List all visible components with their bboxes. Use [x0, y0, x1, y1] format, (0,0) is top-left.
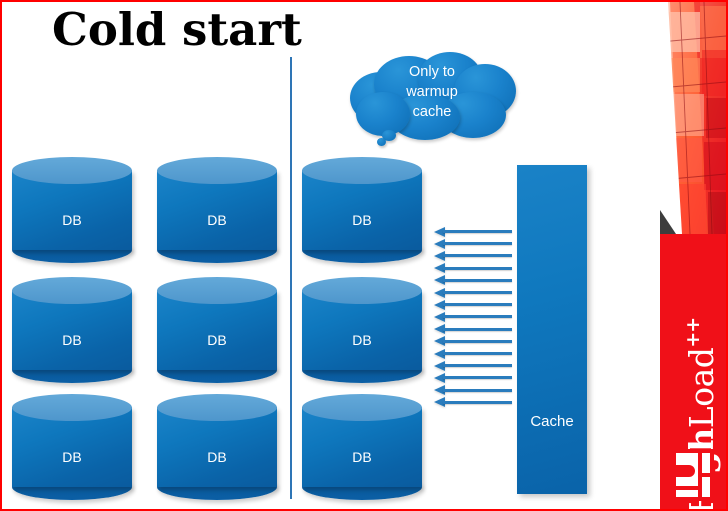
cylinder-top	[12, 394, 132, 421]
warmup-arrow	[434, 311, 512, 322]
arrow-shaft	[443, 266, 512, 270]
warmup-arrow	[434, 324, 512, 335]
deco-svg	[660, 2, 726, 234]
database-label: DB	[62, 212, 82, 228]
warmup-arrow	[434, 226, 512, 237]
page-title: Cold start	[52, 3, 302, 56]
arrow-shaft	[443, 376, 512, 380]
arrow-shaft	[443, 339, 512, 343]
arrow-shaft	[443, 242, 512, 246]
warmup-arrow	[434, 299, 512, 310]
arrow-shaft	[443, 230, 512, 233]
brand-plusplus: ++	[682, 317, 704, 348]
database-cylinder: DB	[12, 394, 132, 500]
warmup-arrow	[434, 263, 512, 274]
arrow-shaft	[443, 278, 512, 282]
cylinder-top	[302, 277, 422, 304]
warmup-arrow	[434, 372, 512, 383]
arrow-shaft	[443, 400, 512, 404]
arrow-shaft	[443, 327, 512, 331]
cylinder-top	[302, 394, 422, 421]
brand-load: Load	[682, 347, 721, 429]
cloud-text-line-2: warmup	[406, 84, 458, 100]
cylinder-top	[12, 157, 132, 184]
database-cylinder: DB	[302, 277, 422, 383]
cache-label: Cache	[530, 413, 574, 430]
arrow-shaft	[443, 315, 512, 319]
database-cylinder: DB	[12, 277, 132, 383]
cylinder-top	[157, 394, 277, 421]
database-cylinder: DB	[157, 394, 277, 500]
cylinder-top	[157, 277, 277, 304]
warmup-arrows	[434, 226, 512, 416]
database-label: DB	[207, 449, 227, 465]
cylinder-top	[302, 157, 422, 184]
arrow-shaft	[443, 291, 512, 294]
slide: Cold start Only to warmup cache DB DB DB DB…	[0, 0, 728, 511]
warmup-arrow	[434, 348, 512, 359]
database-cylinder: DB	[12, 157, 132, 263]
warmup-arrow	[434, 238, 512, 249]
warmup-arrow	[434, 360, 512, 371]
arrow-shaft	[443, 303, 512, 307]
cloud-tail-bubble-small	[377, 138, 386, 146]
database-cylinder: DB	[302, 394, 422, 500]
warmup-arrow	[434, 275, 512, 286]
database-cylinder: DB	[157, 157, 277, 263]
database-label: DB	[62, 332, 82, 348]
arrow-shaft	[443, 254, 512, 258]
database-label: DB	[62, 449, 82, 465]
warmup-arrow	[434, 287, 512, 298]
thought-cloud-callout: Only to warmup cache	[344, 50, 520, 146]
database-label: DB	[352, 332, 372, 348]
database-cylinder: DB	[157, 277, 277, 383]
cloud-text: Only to warmup cache	[370, 62, 494, 122]
database-label: DB	[207, 332, 227, 348]
vertical-divider	[290, 57, 292, 499]
warmup-arrow	[434, 250, 512, 261]
cylinder-top	[157, 157, 277, 184]
cloud-text-line-1: Only to	[409, 64, 455, 80]
highload-logo: HighLoad++	[660, 234, 726, 509]
warmup-arrow	[434, 397, 512, 408]
arrow-shaft	[443, 388, 512, 392]
database-cylinder: DB	[302, 157, 422, 263]
warmup-arrow	[434, 385, 512, 396]
branding-panel: HighLoad++	[660, 2, 726, 509]
decorative-geometric-artwork	[660, 2, 726, 234]
cloud-text-line-3: cache	[412, 104, 452, 120]
database-label: DB	[352, 212, 372, 228]
warmup-arrow	[434, 336, 512, 347]
arrow-shaft	[443, 364, 512, 368]
cylinder-top	[12, 277, 132, 304]
highload-mark-icon	[672, 449, 714, 501]
database-label: DB	[352, 449, 372, 465]
database-label: DB	[207, 212, 227, 228]
arrow-shaft	[443, 352, 512, 355]
cache-block: Cache	[517, 165, 587, 494]
